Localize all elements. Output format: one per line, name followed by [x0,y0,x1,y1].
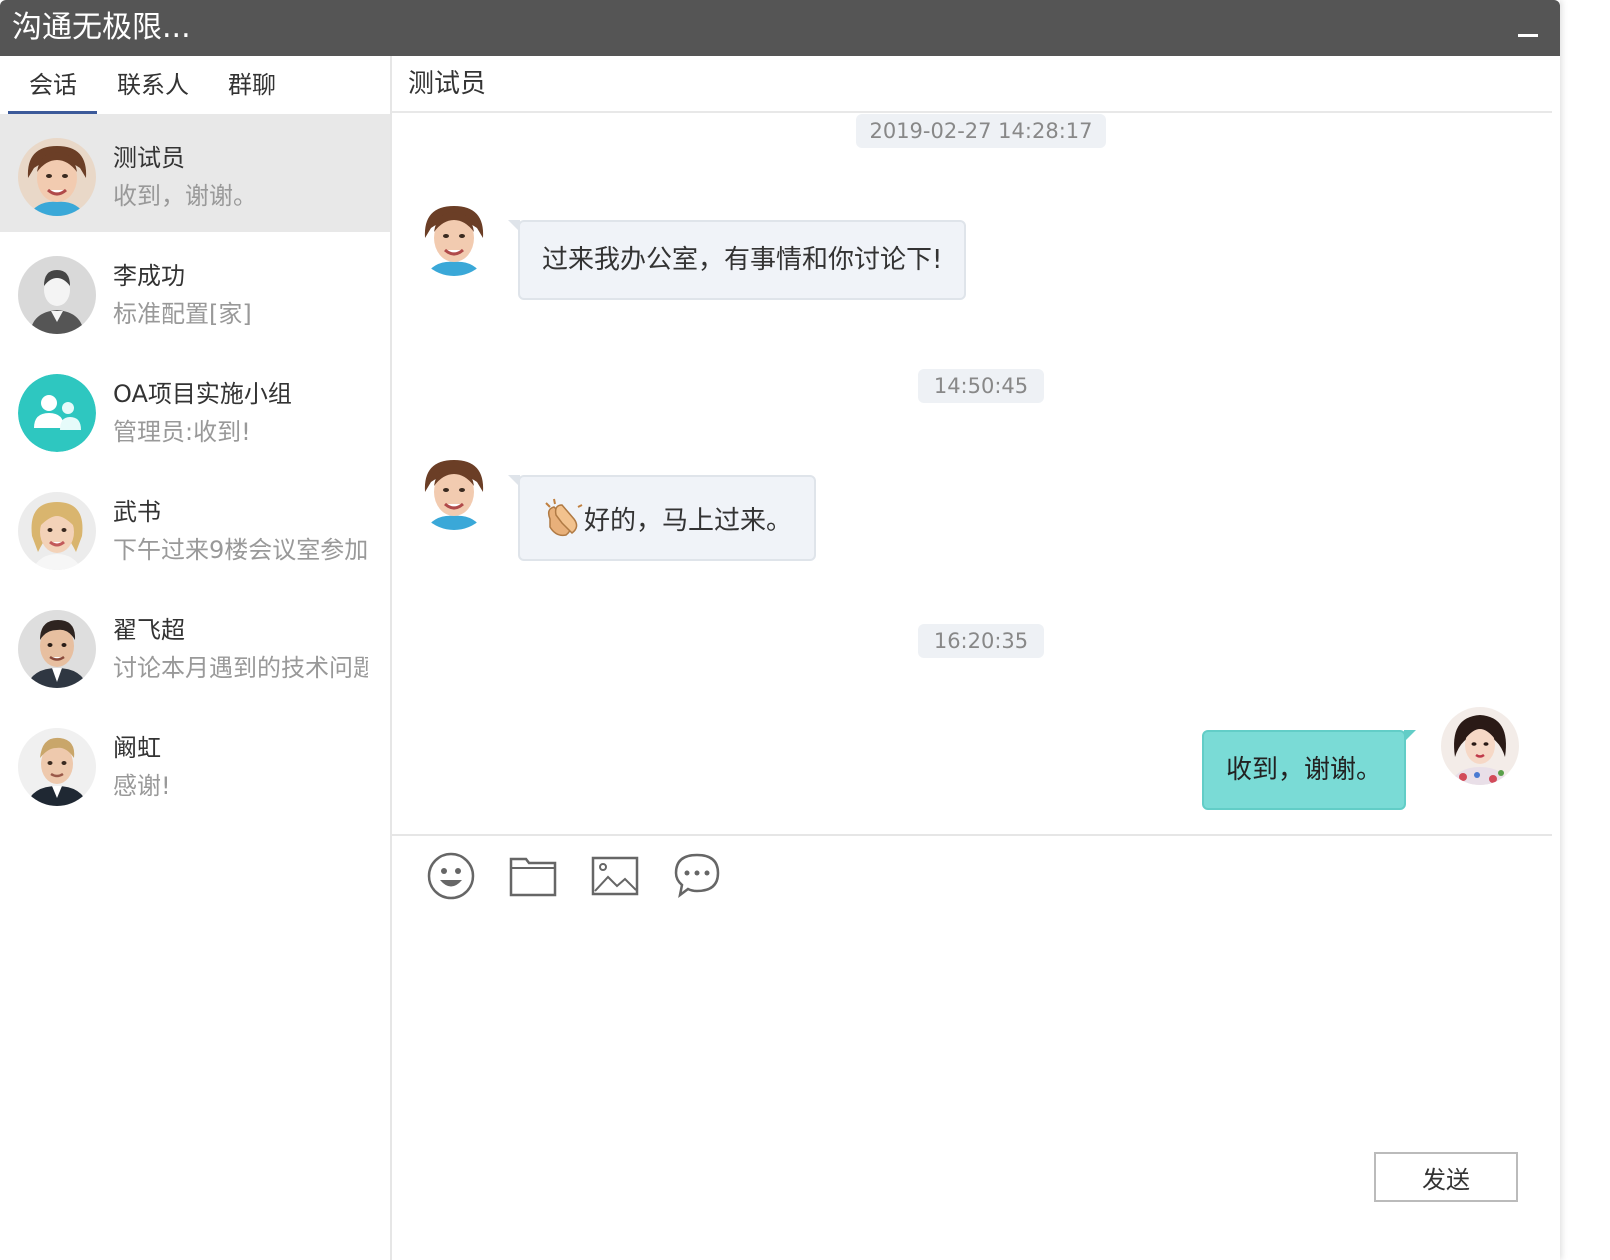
title-bar: 沟通无极限... [0,0,1560,56]
tab-bar: 会话 联系人 群聊 [0,56,390,115]
conversation-item-kanhong[interactable]: 阚虹 感谢! [0,704,390,822]
tab-groups[interactable]: 群聊 [228,68,276,102]
window-title: 沟通无极限... [12,10,191,45]
conversation-preview: 讨论本月遇到的技术问题 [113,654,368,682]
woman-portrait-avatar [18,138,96,216]
conversation-name: 李成功 [113,262,185,290]
incoming-message-bubble: 好的，马上过来。 [507,475,817,561]
emoji-icon [427,852,475,900]
man-suit-avatar [18,610,96,688]
message-text: 好的，马上过来。 [584,506,793,536]
image-button[interactable] [590,851,640,901]
conversation-item-zhaifeichao[interactable]: 翟飞超 讨论本月遇到的技术问题 [0,586,390,704]
chat-window: 沟通无极限... 会话 联系人 群聊 测试员 收到，谢谢。 李成功 标准配置[家… [0,0,1560,1260]
file-button[interactable] [508,851,558,901]
conversation-name: OA项目实施小组 [113,380,292,408]
send-button[interactable]: 发送 [1374,1152,1518,1202]
quick-reply-button[interactable] [672,851,722,901]
message-text: 过来我办公室，有事情和你讨论下! [542,245,943,275]
image-icon [591,856,639,896]
conversation-name: 武书 [113,498,161,526]
tab-conversations[interactable]: 会话 [29,68,77,102]
conversation-item-wushu[interactable]: 武书 下午过来9楼会议室参加T [0,468,390,586]
emoji-button[interactable] [426,851,476,901]
conversation-item-ceshiyuan[interactable]: 测试员 收到，谢谢。 [0,114,390,232]
composer-divider [392,834,1552,836]
message-timestamp: 16:20:35 [918,624,1044,658]
sender-avatar [415,198,493,276]
outgoing-message-bubble: 收到，谢谢。 [1202,730,1417,810]
woman-blonde-avatar [18,492,96,570]
message-text: 收到，谢谢。 [1226,755,1383,785]
clapping-hands-icon [545,498,583,537]
conversation-item-oa-group[interactable]: OA项目实施小组 管理员:收到! [0,350,390,468]
conversation-preview: 下午过来9楼会议室参加T [113,536,368,564]
conversation-panel: 会话 联系人 群聊 测试员 收到，谢谢。 李成功 标准配置[家] OA项目实施小… [0,56,392,1260]
message-timestamp: 14:50:45 [918,369,1044,403]
conversation-preview: 收到，谢谢。 [113,182,257,210]
conversation-preview: 感谢! [113,772,171,800]
my-avatar [1441,707,1519,785]
conversation-item-lichenggong[interactable]: 李成功 标准配置[家] [0,232,390,350]
minimize-icon [1518,34,1538,37]
message-timestamp: 2019-02-27 14:28:17 [856,114,1106,148]
conversation-preview: 管理员:收到! [113,418,251,446]
minimize-button[interactable] [1516,18,1540,42]
conversation-name: 测试员 [113,144,185,172]
default-user-avatar [18,256,96,334]
message-input[interactable] [412,926,1536,1145]
sender-avatar [415,452,493,530]
conversation-name: 阚虹 [113,734,161,762]
chat-title: 测试员 [408,69,487,99]
chat-header: 测试员 [392,56,1552,113]
chat-bubble-icon [674,853,720,898]
conversation-preview: 标准配置[家] [113,300,252,328]
incoming-message-bubble: 过来我办公室，有事情和你讨论下! [507,220,967,300]
man-young-avatar [18,728,96,806]
tab-contacts[interactable]: 联系人 [117,68,189,102]
chat-panel: 测试员 2019-02-27 14:28:17 过来我办公室，有事情和你讨论下!… [392,56,1560,1260]
folder-icon [509,857,557,897]
conversation-name: 翟飞超 [113,616,185,644]
group-avatar [18,374,96,452]
